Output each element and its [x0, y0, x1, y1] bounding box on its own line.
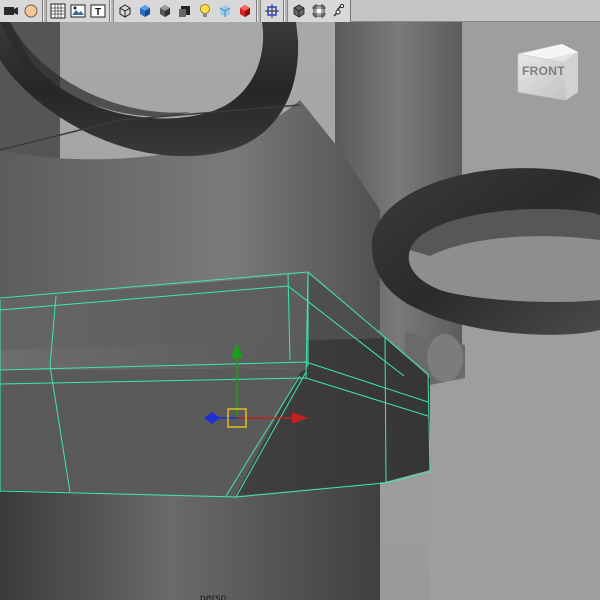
svg-text:T: T [95, 7, 101, 18]
2d-pan-zoom-icon[interactable]: T [89, 2, 107, 20]
toolbar-group-gates [288, 0, 351, 22]
toolbar-group-display: T [47, 0, 110, 22]
camera-name-label: persp [200, 593, 227, 600]
view-cube-face-label[interactable]: FRONT [522, 64, 565, 78]
default-material-icon[interactable] [156, 2, 174, 20]
smooth-shade-icon[interactable] [136, 2, 154, 20]
camera-attributes-icon[interactable] [22, 2, 40, 20]
select-camera-icon[interactable] [2, 2, 20, 20]
viewport-scene[interactable] [0, 0, 600, 600]
wireframe-icon[interactable] [116, 2, 134, 20]
grid-toggle-icon[interactable] [49, 2, 67, 20]
panel-toolbar: T [0, 0, 600, 22]
lower-hub-cap [427, 334, 463, 382]
toolbar-group-shading [114, 0, 257, 22]
toolbar-group-camera [0, 0, 43, 22]
lighting-icon[interactable] [196, 2, 214, 20]
resolution-gate-icon[interactable] [310, 2, 328, 20]
lower-column [0, 482, 380, 600]
isolate-select-icon[interactable] [263, 2, 281, 20]
toolbar-group-isolate [261, 0, 284, 22]
xray-joints-icon[interactable] [290, 2, 308, 20]
3d-viewport[interactable]: FRONT T persp [0, 0, 600, 600]
textured-icon[interactable] [236, 2, 254, 20]
film-gate-icon[interactable] [330, 2, 348, 20]
shadows-icon[interactable] [176, 2, 194, 20]
image-plane-icon[interactable] [69, 2, 87, 20]
xray-icon[interactable] [216, 2, 234, 20]
